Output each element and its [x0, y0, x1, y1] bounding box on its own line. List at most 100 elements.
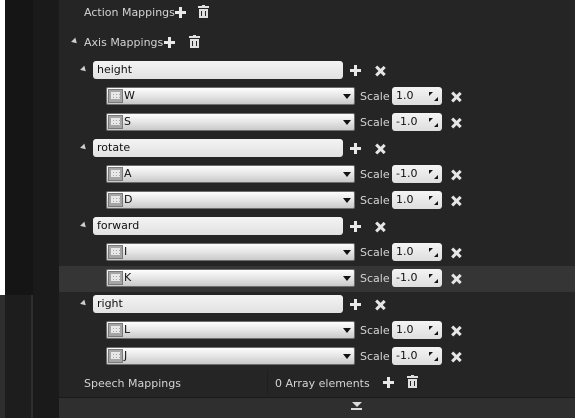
key-selector[interactable]: A: [106, 165, 355, 183]
key-label: I: [124, 245, 128, 258]
close-icon[interactable]: [450, 351, 462, 363]
chevron-down-icon: [343, 94, 351, 99]
spin-handle-icon[interactable]: [429, 248, 438, 257]
scale-value: 1.0: [396, 89, 414, 102]
key-label: J: [124, 349, 128, 362]
scale-field[interactable]: 1.0: [392, 321, 442, 339]
close-icon[interactable]: [374, 65, 386, 77]
close-icon[interactable]: [450, 273, 462, 285]
scale-value: -1.0: [396, 115, 418, 128]
column-divider: [267, 370, 268, 396]
speech-mappings-label: Speech Mappings: [84, 377, 181, 390]
close-icon[interactable]: [450, 195, 462, 207]
keyboard-icon: [108, 323, 123, 337]
spin-handle-icon[interactable]: [429, 326, 438, 335]
scale-value: 1.0: [396, 245, 414, 258]
plus-icon[interactable]: [349, 142, 362, 155]
plus-icon[interactable]: [349, 64, 362, 77]
close-icon[interactable]: [450, 117, 462, 129]
key-selector[interactable]: S: [106, 113, 355, 131]
close-icon[interactable]: [374, 299, 386, 311]
scale-value: -1.0: [396, 349, 418, 362]
keyboard-icon: [108, 89, 123, 103]
plus-icon[interactable]: [349, 220, 362, 233]
spin-handle-icon[interactable]: [429, 352, 438, 361]
scale-value: 1.0: [396, 323, 414, 336]
scale-field[interactable]: -1.0: [392, 347, 442, 365]
chevron-down-icon: [343, 276, 351, 281]
spin-handle-icon[interactable]: [429, 274, 438, 283]
scale-label: Scale: [360, 350, 390, 363]
keyboard-icon: [108, 271, 123, 285]
trash-icon[interactable]: [407, 375, 418, 388]
keyboard-icon: [108, 193, 123, 207]
key-label: L: [124, 323, 131, 336]
axis-name-field[interactable]: rotate: [93, 139, 343, 157]
scale-value: 1.0: [396, 193, 414, 206]
scale-field[interactable]: 1.0: [392, 87, 442, 105]
key-label: A: [124, 167, 132, 180]
chevron-down-icon: [343, 250, 351, 255]
plus-icon[interactable]: [382, 376, 395, 389]
keyboard-icon: [108, 245, 123, 259]
spin-handle-icon[interactable]: [429, 196, 438, 205]
spin-handle-icon[interactable]: [429, 118, 438, 127]
dock-lower-inner: [5, 295, 31, 418]
scale-field[interactable]: 1.0: [392, 243, 442, 261]
key-selector[interactable]: L: [106, 321, 355, 339]
key-label: D: [124, 193, 133, 206]
key-label: S: [124, 115, 131, 128]
scale-field[interactable]: -1.0: [392, 165, 442, 183]
trash-icon[interactable]: [189, 35, 200, 48]
plus-icon[interactable]: [163, 36, 176, 49]
action-mappings-label: Action Mappings: [84, 6, 175, 19]
close-icon[interactable]: [450, 247, 462, 259]
plus-icon[interactable]: [174, 6, 187, 19]
scale-label: Scale: [360, 116, 390, 129]
chevron-down-icon: [343, 172, 351, 177]
close-icon[interactable]: [450, 169, 462, 181]
key-selector[interactable]: K: [106, 269, 355, 287]
close-icon[interactable]: [450, 325, 462, 337]
keyboard-icon: [108, 349, 123, 363]
close-icon[interactable]: [374, 221, 386, 233]
left-dock-strip: [0, 0, 33, 418]
spin-handle-icon[interactable]: [429, 92, 438, 101]
axis-mappings-label: Axis Mappings: [84, 36, 164, 49]
axis-name-field[interactable]: right: [93, 295, 343, 313]
axis-name-field[interactable]: height: [93, 61, 343, 79]
chevron-down-icon: [343, 328, 351, 333]
scale-label: Scale: [360, 324, 390, 337]
scale-label: Scale: [360, 168, 390, 181]
scale-label: Scale: [360, 194, 390, 207]
spin-handle-icon[interactable]: [429, 170, 438, 179]
axis-name-field[interactable]: forward: [93, 217, 343, 235]
trash-icon[interactable]: [198, 5, 209, 18]
more-chevron-icon[interactable]: [352, 402, 362, 407]
scale-label: Scale: [360, 272, 390, 285]
more-chevron-underline: [351, 408, 362, 410]
key-selector[interactable]: J: [106, 347, 355, 365]
scale-field[interactable]: -1.0: [392, 269, 442, 287]
chevron-down-icon: [343, 198, 351, 203]
keyboard-icon: [108, 167, 123, 181]
key-selector[interactable]: W: [106, 87, 355, 105]
chevron-down-icon: [343, 354, 351, 359]
plus-icon[interactable]: [349, 298, 362, 311]
advanced-expander-bar[interactable]: [59, 397, 575, 418]
key-selector[interactable]: I: [106, 243, 355, 261]
key-label: W: [124, 89, 135, 102]
details-gutter: [33, 0, 59, 418]
close-icon[interactable]: [450, 91, 462, 103]
keyboard-icon: [108, 115, 123, 129]
speech-mappings-count: 0 Array elements: [275, 377, 370, 390]
key-label: K: [124, 271, 132, 284]
close-icon[interactable]: [374, 143, 386, 155]
chevron-down-icon: [343, 120, 351, 125]
scale-value: -1.0: [396, 167, 418, 180]
scale-field[interactable]: -1.0: [392, 113, 442, 131]
scale-label: Scale: [360, 246, 390, 259]
scale-label: Scale: [360, 90, 390, 103]
key-selector[interactable]: D: [106, 191, 355, 209]
scale-field[interactable]: 1.0: [392, 191, 442, 209]
